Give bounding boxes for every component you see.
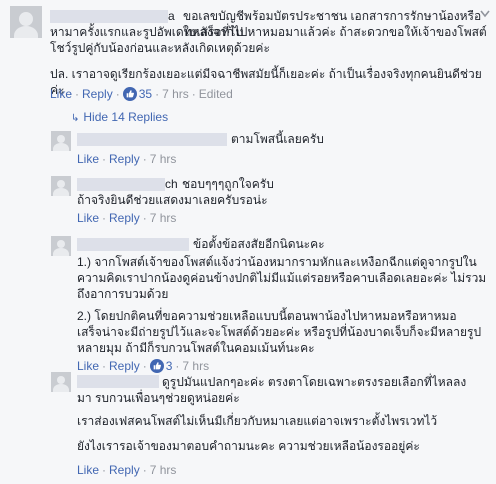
like-link[interactable]: Like — [77, 359, 99, 373]
avatar[interactable] — [51, 176, 71, 196]
reply-link[interactable]: Reply — [109, 211, 140, 225]
like-count[interactable]: 35 — [139, 87, 152, 101]
like-link[interactable]: Like — [77, 152, 99, 166]
comment-text-line: หามาครั้งแรกและรูปอัพเดทหลังจากไปหาหมอมา… — [50, 25, 487, 39]
comment-actions: Like · Reply · 35 · 7 hrs · Edited — [50, 87, 233, 101]
reply-text-line: ถึงอาการบวมด้วย — [77, 287, 169, 301]
reply-actions: Like · Reply · 7 hrs — [77, 463, 177, 477]
reply-link[interactable]: Reply — [109, 152, 140, 166]
reply-actions: Like · Reply · 7 hrs — [77, 211, 177, 225]
reply-text-line: ความคิดเราปากน้องดูค่อนข้างปกติไม่มีแม้แ… — [77, 271, 487, 285]
reply-text-line: เสร็จน่าจะมีถ่ายรูปไว้และจะโพสต์ด้วยอะค่… — [77, 325, 482, 339]
reply-text-line: ถ้าจริงยินดีช่วยแสดงมาเลยครับรอน่ะ — [77, 193, 268, 207]
reply-actions: Like · Reply · 7 hrs — [77, 152, 177, 166]
reply-text-line: ยังไงเรารอเจ้าของมาตอบคำถามนะคะ ความช่วย… — [77, 439, 420, 453]
edited-label[interactable]: Edited — [199, 87, 233, 101]
timestamp[interactable]: 7 hrs — [150, 463, 177, 477]
reply-text-line: ชอบๆๆๆถูกใจครับ — [182, 177, 274, 191]
like-link[interactable]: Like — [77, 211, 99, 225]
commenter-name-suffix[interactable]: a — [168, 8, 175, 24]
avatar[interactable] — [51, 236, 71, 256]
reply-text-line: เราส่องเฟสคนโพสต์ไม่เห็นมีเกี่ยวกับหมาเล… — [77, 414, 438, 428]
comment-text-line: โชว์รูปคู่กับน้องก่อนและหลังเกิดเหตุด้วย… — [50, 41, 270, 55]
reply-text-line: มา รบกวนเพื่อนๆช่วยดูหน่อยค่ะ — [77, 391, 240, 405]
reply-text-line: 1.) จากโพสต์เจ้าของโพสต์แจ้งว่าน้องหมากร… — [77, 255, 477, 269]
commenter-name-redacted[interactable] — [77, 238, 189, 251]
timestamp[interactable]: 7 hrs — [150, 152, 177, 166]
avatar[interactable] — [51, 372, 71, 392]
avatar[interactable] — [51, 131, 71, 151]
thumbs-up-icon — [149, 359, 164, 373]
commenter-name-suffix[interactable]: ch — [165, 176, 178, 192]
reply-link[interactable]: Reply — [109, 463, 140, 477]
reply-arrow-icon: ↳ — [71, 113, 80, 124]
avatar[interactable] — [10, 6, 42, 38]
comment-thread: a ขอเลขบัญชีพร้อมบัตรประชาชน เอกสารการรั… — [0, 0, 496, 484]
commenter-name-redacted[interactable] — [77, 133, 227, 146]
like-link[interactable]: Like — [50, 87, 72, 101]
commenter-name-redacted[interactable] — [77, 178, 165, 191]
reply-link[interactable]: Reply — [109, 359, 140, 373]
reply-actions: Like · Reply · 3 · 7 hrs — [77, 359, 210, 373]
hide-replies-link[interactable]: ↳ Hide 14 Replies — [71, 110, 168, 124]
like-link[interactable]: Like — [77, 463, 99, 477]
thumbs-up-icon — [122, 87, 137, 101]
reply-text-line: 2.) โดยปกติคนที่ขอความช่วยเหลือแบบนี้ตอน… — [77, 309, 457, 323]
timestamp[interactable]: 7 hrs — [182, 359, 209, 373]
reply-text-line: ดูรูปมันแปลกๆอะค่ะ ตรงตาโดยเฉพาะตรงรอยเล… — [162, 375, 467, 389]
commenter-name-redacted[interactable] — [50, 10, 168, 23]
reply-text: ตามโพสนี้เลยครับ — [231, 132, 324, 146]
reply-header-text: ข้อตั้งข้อสงสัยอีกนิดนะคะ — [193, 237, 325, 251]
timestamp[interactable]: 7 hrs — [150, 211, 177, 225]
timestamp[interactable]: 7 hrs — [162, 87, 189, 101]
commenter-name-redacted[interactable] — [77, 375, 159, 388]
reply-link[interactable]: Reply — [82, 87, 113, 101]
reply-text-line: หลายมุม ถ้ามีก็รบกวนโพสต์ในคอมเม้นท์นะคะ — [77, 341, 315, 355]
hide-replies-label: Hide 14 Replies — [83, 110, 169, 124]
